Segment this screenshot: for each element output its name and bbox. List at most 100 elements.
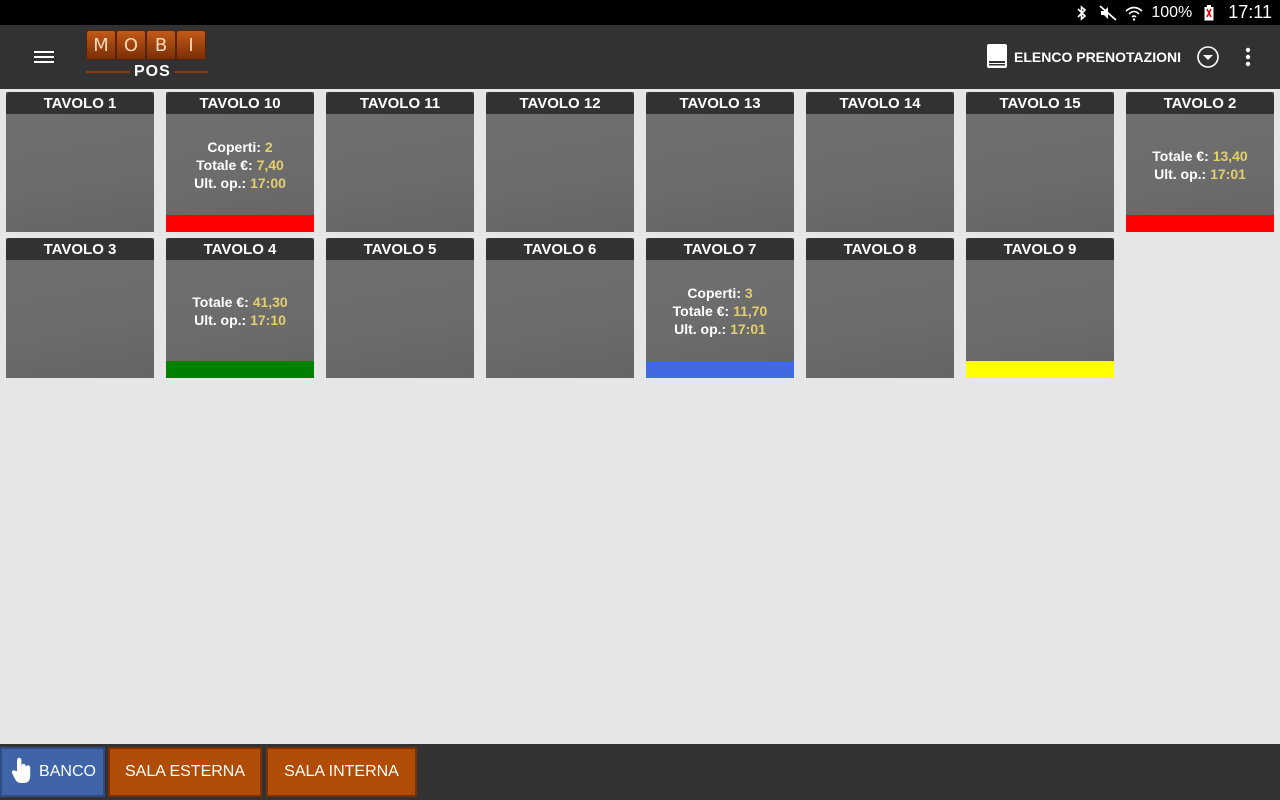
table-tile[interactable]: TAVOLO 11	[326, 92, 474, 232]
table-last-op-value: 17:01	[1210, 165, 1246, 182]
table-covers-value: 2	[264, 138, 273, 155]
table-tile[interactable]: TAVOLO 15	[966, 92, 1114, 232]
table-last-op-label: Ult. op.:	[194, 174, 247, 191]
table-total-value: 7,40	[256, 156, 284, 173]
app-toolbar: M O B I POS ELENCO PRENOTAZIONI	[0, 25, 1280, 89]
table-last-op: Ult. op.: 17:01	[1154, 165, 1246, 183]
table-name: TAVOLO 15	[966, 92, 1114, 114]
table-status-bar	[166, 215, 314, 232]
table-total-value: 13,40	[1212, 147, 1248, 164]
table-name: TAVOLO 3	[6, 238, 154, 260]
table-tile[interactable]: TAVOLO 12	[486, 92, 634, 232]
table-tile[interactable]: TAVOLO 3	[6, 238, 154, 378]
table-name: TAVOLO 10	[166, 92, 314, 114]
booking-list-button[interactable]: ELENCO PRENOTAZIONI	[986, 41, 1181, 73]
hand-pointer-icon	[9, 755, 35, 790]
chevron-down-circle-icon[interactable]	[1196, 45, 1220, 69]
sala-esterna-button[interactable]: SALA ESTERNA	[108, 747, 262, 797]
banco-button[interactable]: BANCO	[0, 747, 105, 797]
table-total-label: Totale €:	[196, 156, 253, 173]
table-info: Coperti: 3 Totale €: 11,70 Ult. op.: 17:01	[646, 260, 794, 361]
hamburger-menu-icon[interactable]	[26, 39, 62, 75]
table-info: Totale €: 41,30 Ult. op.: 17:10	[166, 260, 314, 361]
battery-percent: 100%	[1151, 3, 1193, 21]
table-covers-label: Coperti:	[207, 138, 261, 155]
table-info	[646, 114, 794, 215]
table-tile[interactable]: TAVOLO 5	[326, 238, 474, 378]
table-name: TAVOLO 5	[326, 238, 474, 260]
table-name: TAVOLO 9	[966, 238, 1114, 260]
table-total-label: Totale €:	[672, 302, 730, 319]
logo-pos-text: POS	[130, 63, 175, 81]
table-tile[interactable]: TAVOLO 4 Totale €: 41,30 Ult. op.: 17:10	[166, 238, 314, 378]
table-name: TAVOLO 6	[486, 238, 634, 260]
table-covers-value: 3	[744, 284, 753, 301]
table-name: TAVOLO 4	[166, 238, 314, 260]
book-icon	[986, 43, 1008, 72]
table-name: TAVOLO 2	[1126, 92, 1274, 114]
table-tile[interactable]: TAVOLO 14	[806, 92, 954, 232]
battery-icon	[1200, 4, 1218, 22]
table-last-op: Ult. op.: 17:10	[194, 311, 286, 329]
table-tile[interactable]: TAVOLO 10 Coperti: 2 Totale €: 7,40 Ult. op…	[166, 92, 314, 232]
table-total-label: Totale €:	[1152, 147, 1209, 164]
table-covers-label: Coperti:	[687, 284, 741, 301]
table-last-op-value: 17:01	[730, 320, 766, 337]
table-name: TAVOLO 1	[6, 92, 154, 114]
table-total-value: 41,30	[252, 293, 288, 310]
more-vert-icon[interactable]	[1238, 45, 1258, 69]
table-info	[806, 114, 954, 215]
sala-interna-label: SALA INTERNA	[284, 763, 399, 780]
table-status-bar	[166, 361, 314, 378]
clock: 17:11	[1228, 2, 1272, 22]
table-info	[326, 114, 474, 215]
bluetooth-icon	[1073, 4, 1091, 22]
table-name: TAVOLO 11	[326, 92, 474, 114]
logo-letter: I	[176, 30, 206, 60]
table-total-value: 11,70	[733, 302, 768, 319]
table-last-op-label: Ult. op.:	[194, 311, 247, 328]
table-last-op-label: Ult. op.:	[674, 320, 727, 337]
room-selector-bar: BANCO SALA ESTERNA SALA INTERNA	[0, 744, 1280, 800]
table-name: TAVOLO 14	[806, 92, 954, 114]
table-last-op: Ult. op.: 17:00	[194, 174, 286, 192]
table-total-label: Totale €:	[192, 293, 249, 310]
sala-interna-button[interactable]: SALA INTERNA	[266, 747, 417, 797]
table-info	[806, 260, 954, 361]
table-tile[interactable]: TAVOLO 8	[806, 238, 954, 378]
table-covers: Coperti: 3	[687, 284, 752, 302]
banco-label: BANCO	[39, 763, 96, 780]
table-tile[interactable]: TAVOLO 2 Totale €: 13,40 Ult. op.: 17:01	[1126, 92, 1274, 232]
table-total: Totale €: 13,40	[1152, 147, 1247, 165]
sala-esterna-label: SALA ESTERNA	[124, 763, 246, 780]
table-total: Totale €: 11,70	[673, 302, 768, 320]
table-tile[interactable]: TAVOLO 9	[966, 238, 1114, 378]
table-last-op-label: Ult. op.:	[1154, 165, 1207, 182]
table-total: Totale €: 7,40	[196, 156, 284, 174]
table-last-op-value: 17:10	[250, 311, 286, 328]
table-info	[6, 260, 154, 361]
table-status-bar	[966, 361, 1114, 378]
table-info	[966, 260, 1114, 361]
table-tile[interactable]: TAVOLO 1	[6, 92, 154, 232]
logo-letter: M	[86, 30, 116, 60]
table-info	[486, 260, 634, 361]
table-tile[interactable]: TAVOLO 7 Coperti: 3 Totale €: 11,70 Ult. op…	[646, 238, 794, 378]
table-total: Totale €: 41,30	[192, 293, 287, 311]
table-tile[interactable]: TAVOLO 13	[646, 92, 794, 232]
table-info	[966, 114, 1114, 215]
table-name: TAVOLO 7	[646, 238, 794, 260]
mobipos-logo: M O B I POS	[86, 30, 208, 86]
table-info: Coperti: 2 Totale €: 7,40 Ult. op.: 17:00	[166, 114, 314, 215]
table-info	[6, 114, 154, 215]
table-covers: Coperti: 2	[207, 138, 272, 156]
table-name: TAVOLO 8	[806, 238, 954, 260]
table-tile[interactable]: TAVOLO 6	[486, 238, 634, 378]
table-info: Totale €: 13,40 Ult. op.: 17:01	[1126, 114, 1274, 215]
wifi-icon	[1125, 4, 1143, 22]
table-name: TAVOLO 13	[646, 92, 794, 114]
table-last-op-value: 17:00	[250, 174, 286, 191]
table-info	[326, 260, 474, 361]
table-status-bar	[1126, 215, 1274, 232]
table-last-op: Ult. op.: 17:01	[674, 320, 766, 338]
